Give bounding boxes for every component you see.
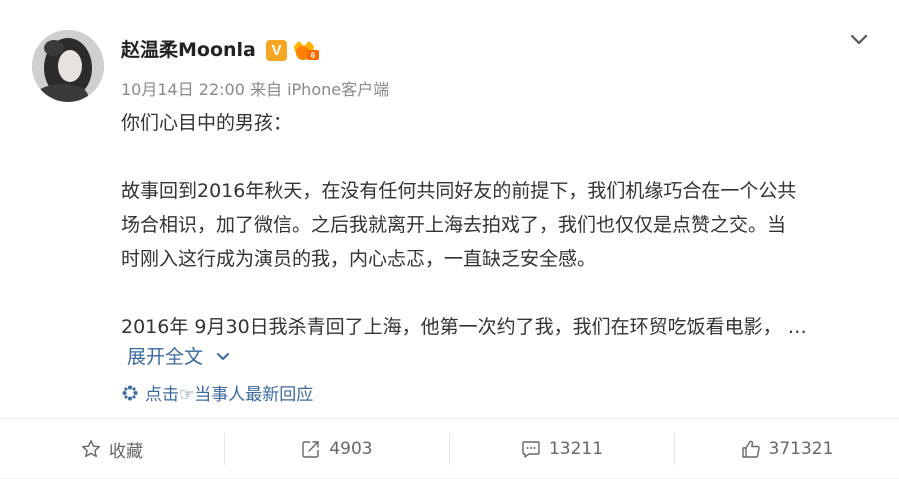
favorite-label: 收藏 xyxy=(109,441,143,462)
repost-button[interactable]: 4903 xyxy=(225,433,450,465)
verified-icon: V xyxy=(266,40,287,61)
post-action-bar: 收藏 4903 13211 371321 xyxy=(0,418,899,479)
expand-full-text-button[interactable]: 展开全文 xyxy=(127,342,231,369)
post-meta[interactable]: 10月14日 22:00 来自 iPhone客户端 xyxy=(121,76,389,100)
repost-icon xyxy=(302,441,320,458)
favorite-button[interactable]: 收藏 xyxy=(0,433,225,465)
paragraph-line: 你们心目中的男孩： xyxy=(121,112,293,134)
like-button[interactable]: 371321 xyxy=(675,433,899,465)
star-icon xyxy=(82,440,100,458)
paragraph-line: 故事回到2016年秋天，在没有任何共同好友的前提下，我们机缘巧合在一个公共 xyxy=(121,180,797,202)
comment-button[interactable]: 13211 xyxy=(450,433,675,465)
repost-count: 4903 xyxy=(329,439,373,459)
vip-icon: 6 xyxy=(291,38,321,62)
paragraph-line: 场合相识，加了微信。之后我就离开上海去拍戏了，我们也仅仅是点赞之交。当 xyxy=(121,214,787,236)
chevron-down-icon xyxy=(217,352,230,360)
expand-label: 展开全文 xyxy=(127,346,204,368)
like-count: 371321 xyxy=(768,439,834,459)
author-name[interactable]: 赵温柔Moonla xyxy=(121,38,256,62)
comment-icon xyxy=(522,441,540,458)
latest-response-link[interactable]: 点击☞当事人最新回应 xyxy=(121,380,313,405)
paragraph-line: 时刚入这行成为演员的我，内心忐忑，一直缺乏安全感。 xyxy=(121,248,597,270)
svg-text:6: 6 xyxy=(311,51,316,60)
chevron-down-icon[interactable] xyxy=(848,28,870,50)
weibo-post-card: 赵温柔Moonla V 6 10月14日 22:00 来自 iPhone客户端 … xyxy=(0,0,899,478)
paragraph-line: 2016年 9月30日我杀青回了上海，他第一次约了我，我们在环贸吃饭看电影， … xyxy=(121,316,807,338)
like-icon xyxy=(741,440,760,458)
post-content: 你们心目中的男孩： 故事回到2016年秋天，在没有任何共同好友的前提下，我们机缘… xyxy=(121,106,871,344)
response-label: 点击☞当事人最新回应 xyxy=(145,385,314,405)
response-icon xyxy=(122,385,138,400)
avatar[interactable] xyxy=(32,30,104,102)
comment-count: 13211 xyxy=(548,439,604,459)
